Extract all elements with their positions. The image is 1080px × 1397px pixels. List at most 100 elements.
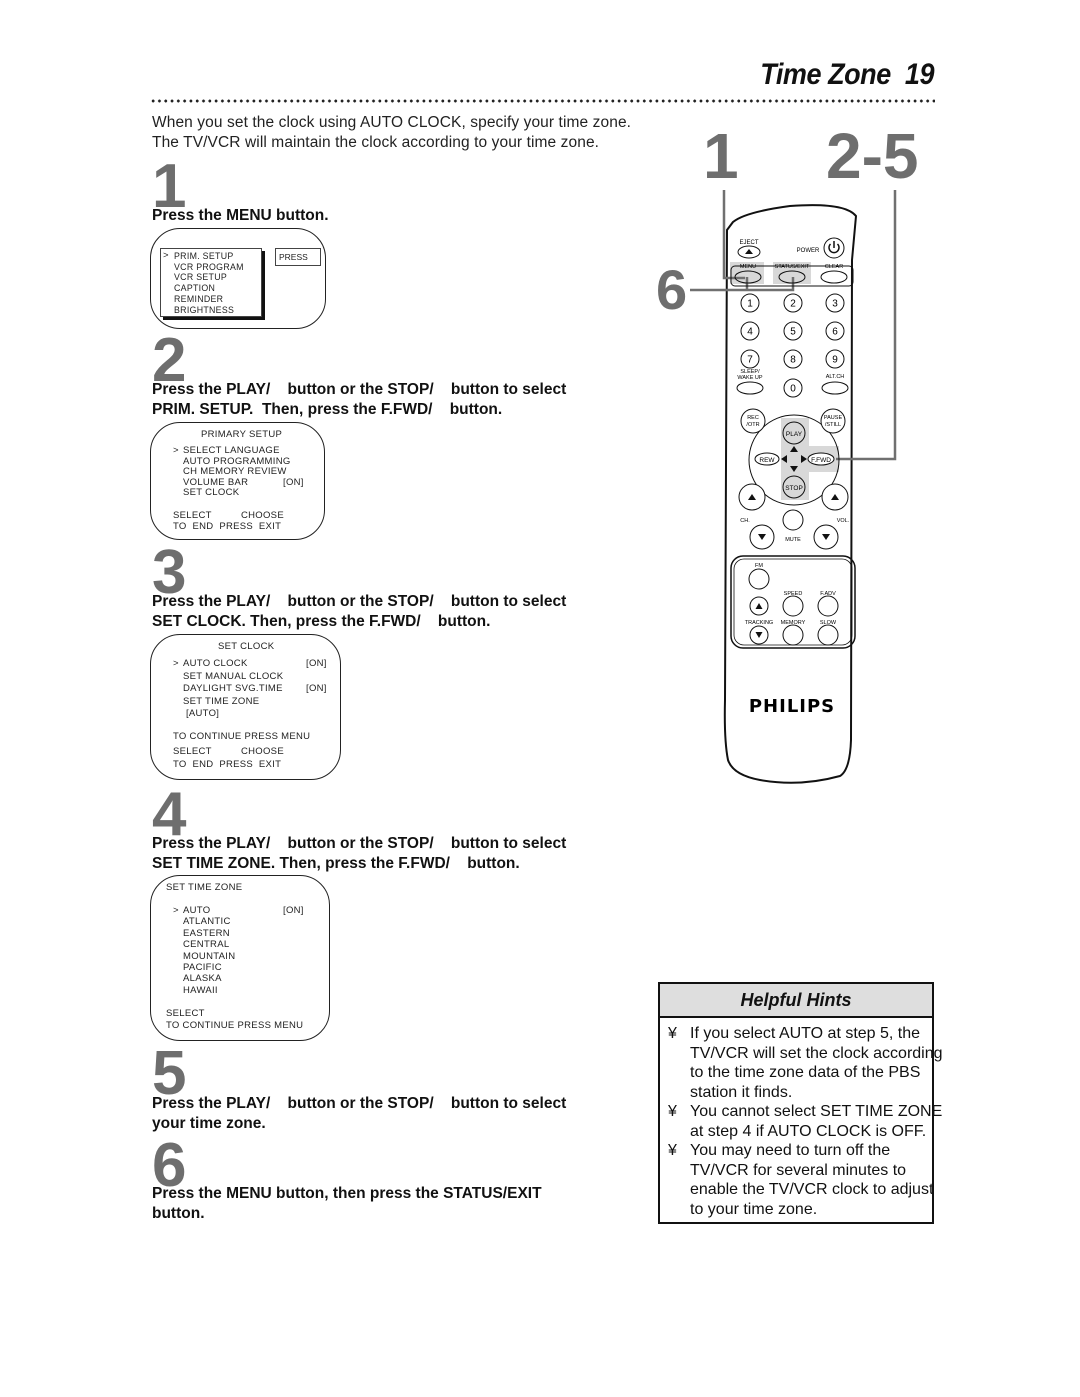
slow-button[interactable] <box>817 624 839 646</box>
osd-title: SET CLOCK <box>218 641 275 652</box>
step-instruction: Press the PLAY/ button or the STOP/ butt… <box>152 1094 566 1134</box>
digit-label: 8 <box>790 355 796 366</box>
page-title: Time Zone 19 <box>760 58 934 92</box>
hint-line: You may need to turn off the <box>690 1142 891 1159</box>
rew-label: REW <box>759 457 775 464</box>
osd-footer: TO END PRESS EXIT <box>173 759 282 770</box>
instruction-line: Press the MENU button, then press the ST… <box>152 1185 542 1202</box>
instruction-line: Press the PLAY/ button or the STOP/ butt… <box>152 1095 567 1112</box>
osd-item-value: [ON] <box>306 683 327 694</box>
osd-item: DAYLIGHT SVG.TIME <box>183 683 283 694</box>
play-label: PLAY <box>786 431 803 438</box>
status-exit-label: STATUS/EXIT <box>775 264 810 270</box>
menu-cursor: > <box>163 250 169 261</box>
hint-item: ¥ You may need to turn off the TV/VCR for… <box>668 1141 933 1219</box>
digit-label: 1 <box>747 299 753 310</box>
osd-title: SET TIME ZONE <box>166 882 243 893</box>
page-title-text: Time Zone <box>760 58 891 91</box>
rec-label: REC <box>747 415 759 421</box>
hint-item: ¥ If you select AUTO at step 5, the TV/VC… <box>668 1024 943 1102</box>
press-label: PRESS <box>275 248 321 266</box>
bullet: ¥ <box>668 1103 677 1120</box>
step-instruction: Press the MENU button, then press the ST… <box>152 1184 542 1224</box>
alt-ch-button[interactable] <box>821 381 849 395</box>
osd-cursor: > <box>173 445 179 456</box>
osd-footer: TO END PRESS EXIT <box>173 520 282 532</box>
osd-item: SELECT LANGUAGE <box>183 445 280 456</box>
osd-item: [AUTO] <box>183 708 220 719</box>
digit-label: 9 <box>832 355 838 366</box>
osd-item: CENTRAL <box>183 939 230 951</box>
memory-button[interactable] <box>782 624 804 646</box>
hints-title: Helpful Hints <box>660 984 932 1018</box>
instruction-line: your time zone. <box>152 1115 266 1132</box>
instruction-line: Press the PLAY/ button or the STOP/ butt… <box>152 593 567 610</box>
osd-item: AUTO CLOCK <box>183 658 248 669</box>
hint-line: enable the TV/VCR clock to adjust <box>690 1181 934 1198</box>
fm-label: FM <box>755 563 763 569</box>
menu-item: REMINDER <box>174 293 224 304</box>
brand-logo: PHILIPS <box>749 696 835 717</box>
menu-item: VCR PROGRAM <box>174 261 244 272</box>
digit-label: 2 <box>790 299 796 310</box>
osd-item: SET MANUAL CLOCK <box>183 670 284 682</box>
wake-up-label: WAKE UP <box>737 375 762 381</box>
fadv-button[interactable] <box>817 595 839 617</box>
osd-cursor: > <box>173 658 179 669</box>
osd-cursor: > <box>173 905 179 916</box>
osd-screen-primary-setup: PRIMARY SETUP > SELECT LANGUAGE AUTO PRO… <box>150 422 325 540</box>
hint-line: to your time zone. <box>690 1200 818 1218</box>
main-menu-list: > PRIM. SETUP VCR PROGRAM VCR SETUP CAPT… <box>160 248 262 317</box>
pause-still-button[interactable] <box>820 408 846 434</box>
hint-line: to the time zone data of the PBS <box>690 1064 921 1081</box>
osd-continue: TO CONTINUE PRESS MENU <box>173 731 311 742</box>
step-instruction: Press the PLAY/ button or the STOP/ butt… <box>152 380 566 420</box>
speed-button[interactable] <box>782 595 804 617</box>
osd-item: ALASKA <box>183 973 222 985</box>
remote-control: EJECT POWER MENU STATUS/EXIT CLEAR 1 2 3 4 5… <box>690 190 897 784</box>
ch-label: CH. <box>740 518 750 524</box>
osd-item-value: [ON] <box>283 476 304 488</box>
instruction-line: SET TIME ZONE. Then, press the F.FWD/ bu… <box>152 855 520 872</box>
digit-label: 6 <box>832 327 838 338</box>
osd-item: EASTERN <box>183 927 230 939</box>
osd-item: MOUNTAIN <box>183 950 236 962</box>
clear-button[interactable] <box>820 270 848 284</box>
osd-screen-set-clock: SET CLOCK > AUTO CLOCK [ON] SET MANUAL C… <box>150 634 341 780</box>
power-label: POWER <box>797 248 820 254</box>
alt-ch-label: ALT.CH <box>826 374 845 380</box>
osd-footer: SELECT <box>166 1008 205 1019</box>
digit-label: 7 <box>747 355 753 366</box>
intro-line: When you set the clock using AUTO CLOCK,… <box>152 114 632 131</box>
otr-label: /OTR <box>746 422 759 428</box>
osd-item: ATLANTIC <box>183 916 231 928</box>
osd-footer: TO CONTINUE PRESS MENU <box>166 1020 304 1031</box>
eject-label: EJECT <box>739 240 758 246</box>
osd-title: PRIMARY SETUP <box>201 429 283 440</box>
digit-label: 4 <box>747 327 753 338</box>
osd-item: PACIFIC <box>183 962 222 973</box>
osd-item-value: [ON] <box>283 905 304 916</box>
hint-line: at step 4 if AUTO CLOCK is OFF. <box>690 1122 927 1140</box>
rec-otr-button[interactable] <box>740 408 766 434</box>
mute-button[interactable] <box>782 509 804 531</box>
clear-label: CLEAR <box>825 264 843 270</box>
page-number: 19 <box>904 58 935 91</box>
intro-line: The TV/VCR will maintain the clock accor… <box>152 134 600 151</box>
hint-line: TV/VCR for several minutes to <box>690 1161 907 1179</box>
instruction-line: SET CLOCK. Then, press the F.FWD/ button… <box>152 613 491 630</box>
fm-button[interactable] <box>748 568 770 590</box>
instruction-line: PRIM. SETUP. Then, press the F.FWD/ butt… <box>152 401 503 418</box>
dotted-divider <box>150 98 935 104</box>
menu-item: BRIGHTNESS <box>174 304 235 315</box>
instruction-line: Press the PLAY/ button or the STOP/ butt… <box>152 835 567 852</box>
step-instruction: Press the PLAY/ button or the STOP/ butt… <box>152 592 566 632</box>
sleep-wakeup-button[interactable] <box>736 381 764 395</box>
hint-line: TV/VCR will set the clock according <box>690 1044 943 1062</box>
osd-footer: SELECT CHOOSE <box>173 746 284 757</box>
osd-footer: SELECT CHOOSE <box>173 510 284 521</box>
bullet: ¥ <box>668 1025 677 1042</box>
hint-line: You cannot select SET TIME ZONE <box>690 1103 943 1120</box>
osd-item: SET CLOCK <box>183 487 240 499</box>
callout-steps-2-5: 2-5 <box>826 120 919 192</box>
